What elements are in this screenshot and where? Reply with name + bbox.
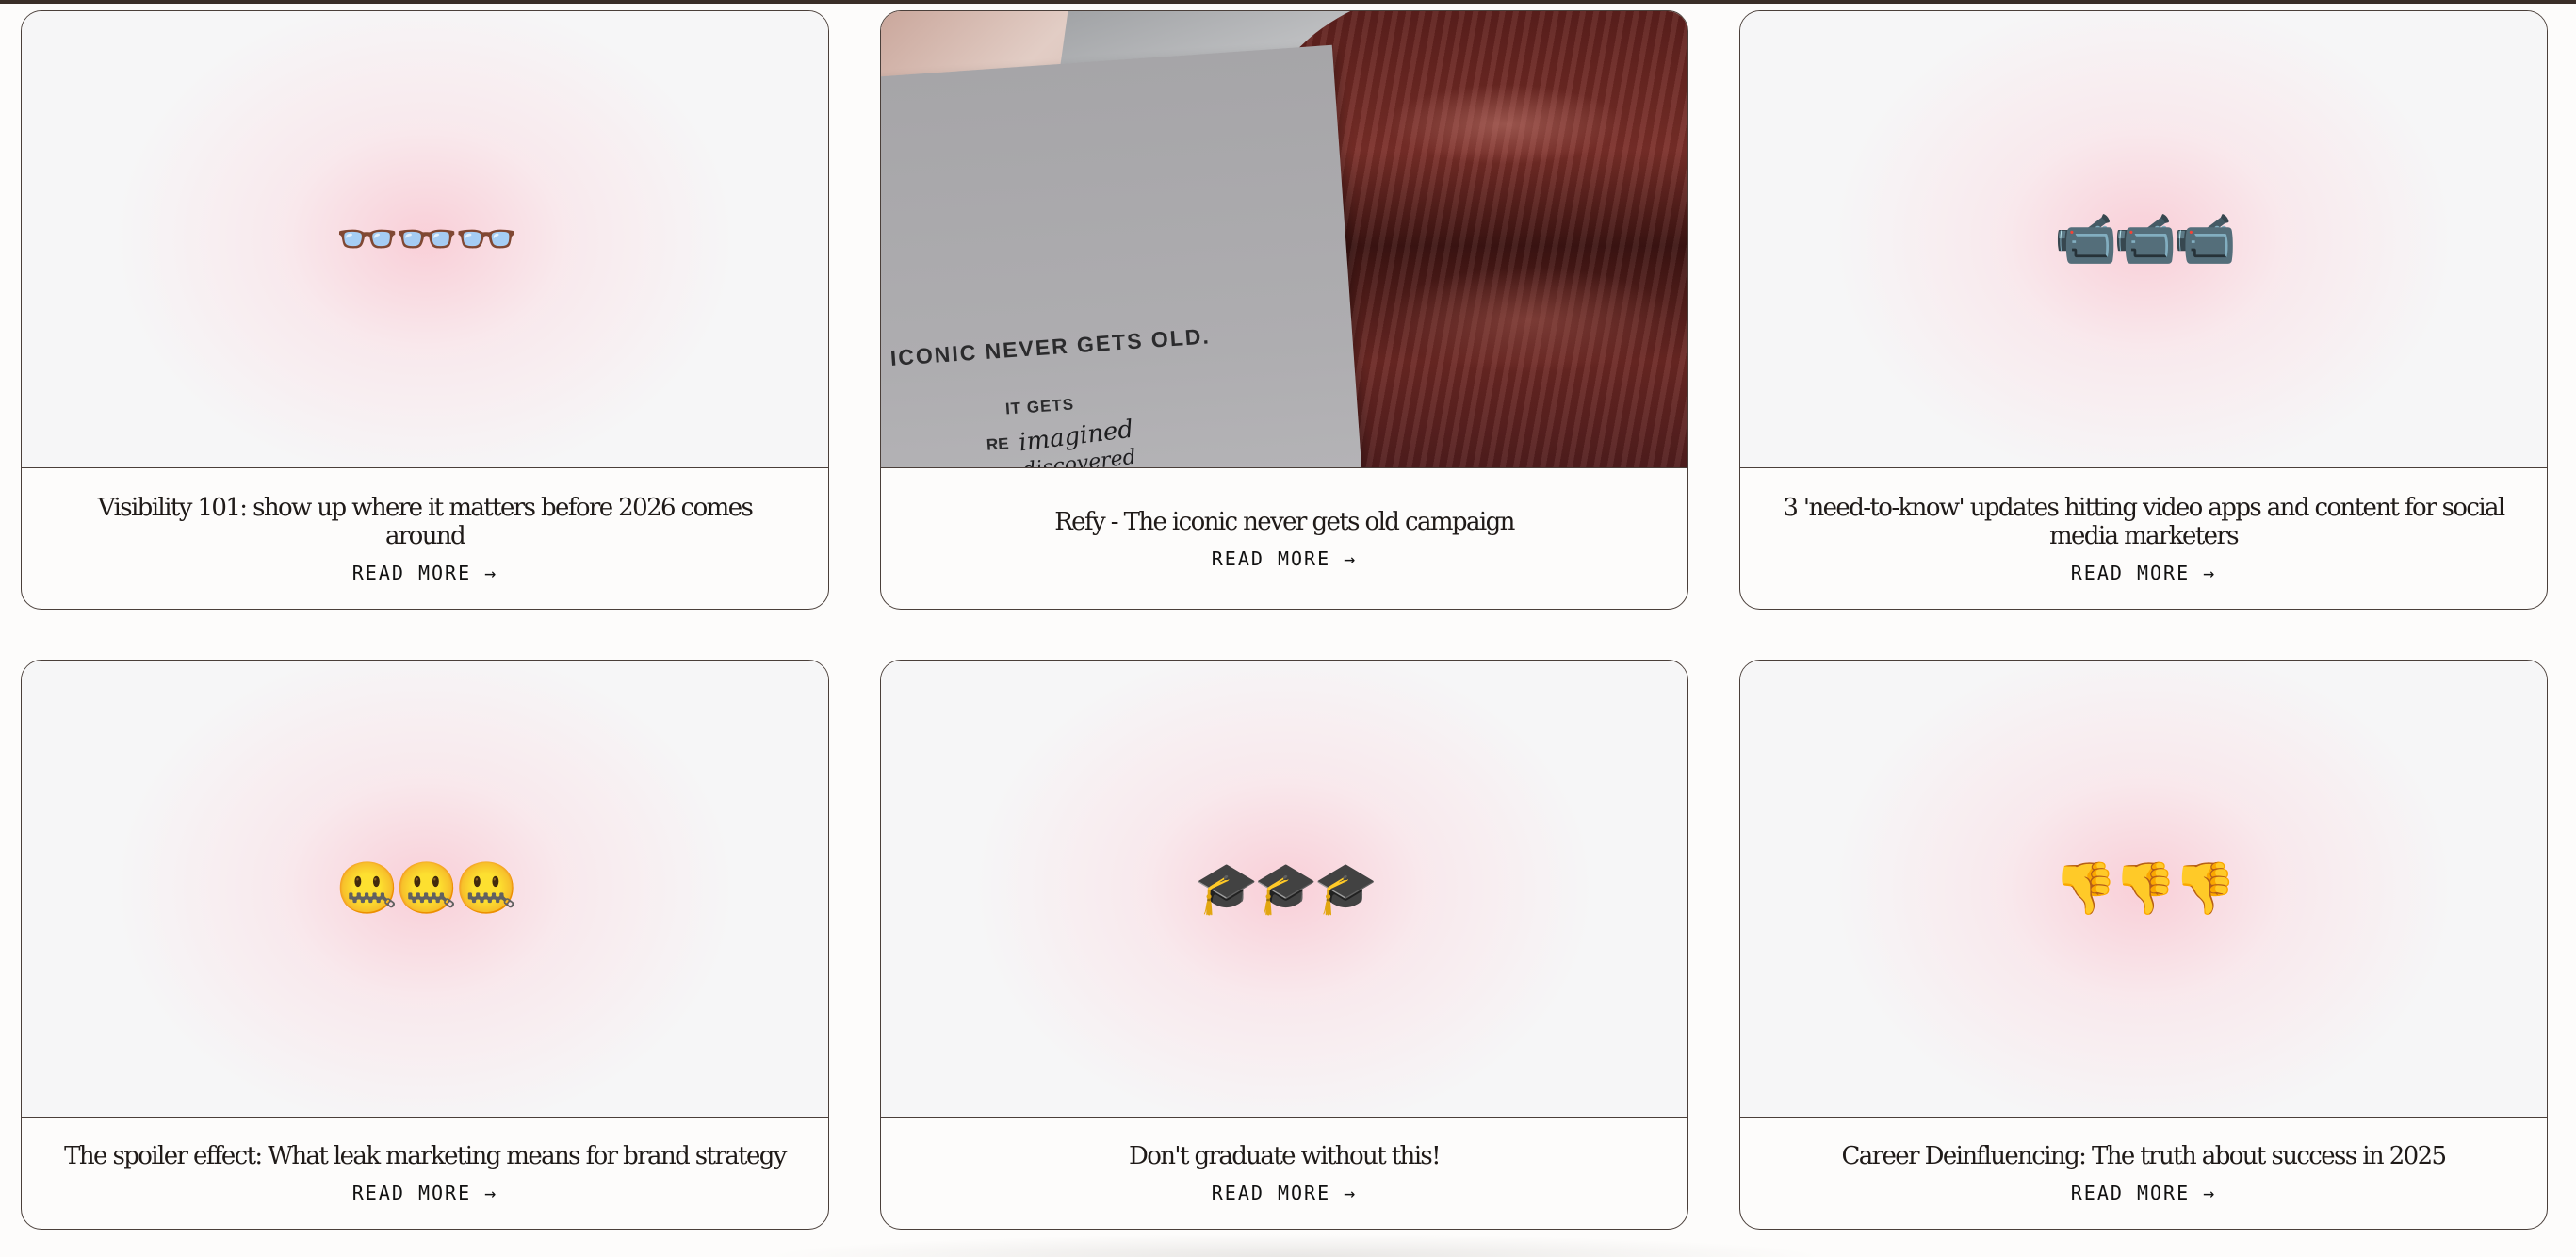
photo-text-line: RE (986, 434, 1010, 454)
zipper-mouth-face-icon: 🤐🤐🤐 (335, 858, 518, 918)
post-card-body: 3 'need-to-know' updates hitting video a… (1740, 468, 2547, 609)
post-title[interactable]: Don't graduate without this! (1129, 1142, 1442, 1170)
post-card-body: The spoiler effect: What leak marketing … (22, 1118, 828, 1229)
post-card-media: ICONIC NEVER GETS OLD. IT GETS RE imagin… (881, 11, 1687, 468)
video-camera-icon: 📹📹📹 (2054, 209, 2237, 269)
post-card-media: 👓👓👓 (22, 11, 828, 468)
post-card-video-updates[interactable]: 📹📹📹 3 'need-to-know' updates hitting vid… (1739, 10, 2548, 610)
post-title[interactable]: Visibility 101: show up where it matters… (59, 494, 791, 550)
post-card-career-deinfluencing[interactable]: 👎👎👎 Career Deinfluencing: The truth abou… (1739, 660, 2548, 1230)
read-more-link[interactable]: READ MORE → (2071, 562, 2216, 584)
post-title[interactable]: The spoiler effect: What leak marketing … (64, 1142, 787, 1170)
bottom-shadow (660, 1225, 1932, 1257)
blog-post-grid: 👓👓👓 Visibility 101: show up where it mat… (21, 10, 2549, 1230)
glasses-icon: 👓👓👓 (335, 209, 518, 269)
read-more-link[interactable]: READ MORE → (1212, 1182, 1357, 1204)
refy-campaign-photo: ICONIC NEVER GETS OLD. IT GETS RE imagin… (881, 11, 1687, 467)
post-card-refy-campaign[interactable]: ICONIC NEVER GETS OLD. IT GETS RE imagin… (880, 10, 1688, 610)
read-more-link[interactable]: READ MORE → (2071, 1182, 2216, 1204)
post-card-body: Don't graduate without this! READ MORE → (881, 1118, 1687, 1229)
graduation-cap-icon: 🎓🎓🎓 (1195, 858, 1378, 918)
post-card-visibility-101[interactable]: 👓👓👓 Visibility 101: show up where it mat… (21, 10, 829, 610)
read-more-link[interactable]: READ MORE → (352, 562, 497, 584)
post-card-body: Refy - The iconic never gets old campaig… (881, 468, 1687, 609)
post-card-media: 🎓🎓🎓 (881, 661, 1687, 1118)
printed-card-image (881, 44, 1367, 467)
post-card-media: 📹📹📹 (1740, 11, 2547, 468)
post-card-body: Career Deinfluencing: The truth about su… (1740, 1118, 2547, 1229)
post-card-media: 🤐🤐🤐 (22, 661, 828, 1118)
read-more-link[interactable]: READ MORE → (1212, 547, 1357, 570)
thumbs-down-icon: 👎👎👎 (2054, 858, 2237, 918)
post-card-body: Visibility 101: show up where it matters… (22, 468, 828, 609)
post-title[interactable]: Refy - The iconic never gets old campaig… (1054, 508, 1515, 536)
post-card-graduate[interactable]: 🎓🎓🎓 Don't graduate without this! READ MO… (880, 660, 1688, 1230)
top-border (0, 0, 2576, 4)
post-title[interactable]: Career Deinfluencing: The truth about su… (1841, 1142, 2447, 1170)
post-card-media: 👎👎👎 (1740, 661, 2547, 1118)
post-card-spoiler-effect[interactable]: 🤐🤐🤐 The spoiler effect: What leak market… (21, 660, 829, 1230)
post-title[interactable]: 3 'need-to-know' updates hitting video a… (1778, 494, 2509, 550)
read-more-link[interactable]: READ MORE → (352, 1182, 497, 1204)
